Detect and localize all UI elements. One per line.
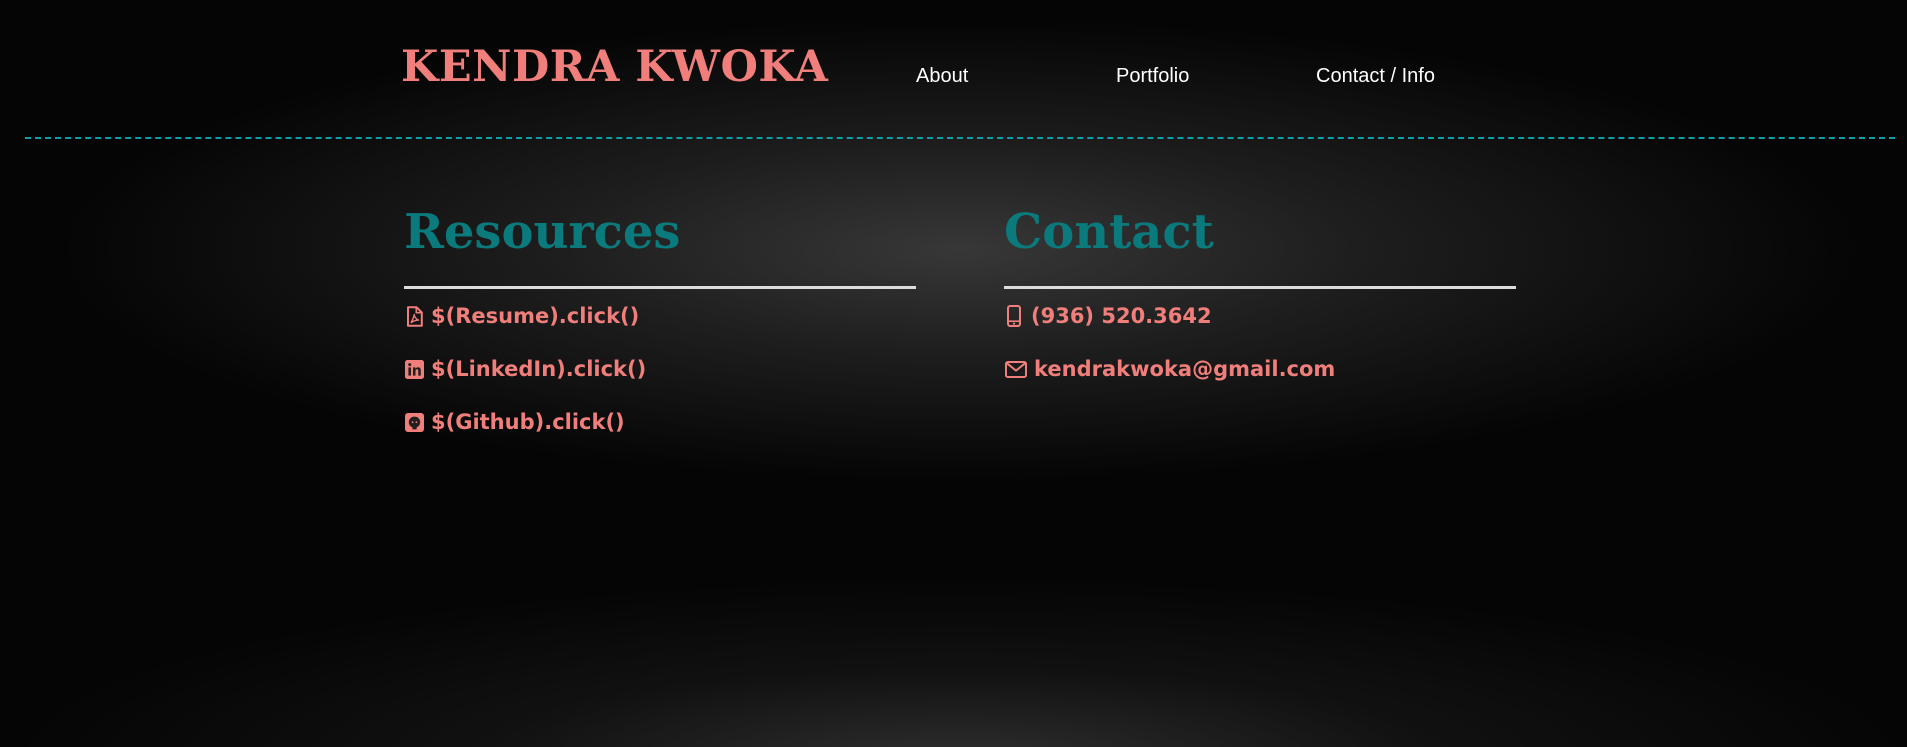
linkedin-link-label: $(LinkedIn).click() xyxy=(431,357,647,381)
file-pdf-icon xyxy=(404,305,424,327)
contact-rule xyxy=(1004,286,1516,289)
linkedin-icon xyxy=(404,358,424,380)
resources-list: $(Resume).click() $(LinkedIn).click() $(… xyxy=(404,303,918,435)
contact-title: Contact xyxy=(1004,204,1214,260)
mobile-phone-icon xyxy=(1004,305,1024,327)
list-item: $(Resume).click() xyxy=(404,303,918,329)
nav-link-about[interactable]: About xyxy=(916,66,968,86)
header-divider xyxy=(25,137,1895,139)
linkedin-link[interactable]: $(LinkedIn).click() xyxy=(404,357,646,381)
resources-section: Resources $(Resume).click() $(LinkedIn).… xyxy=(404,200,918,462)
contact-section: Contact (936) 520.3642 kendrakwoka@gmail… xyxy=(1004,200,1518,409)
contact-list: (936) 520.3642 kendrakwoka@gmail.com xyxy=(1004,303,1518,382)
resources-rule xyxy=(404,286,916,289)
site-header: KENDRA KWOKA About Portfolio Contact / I… xyxy=(0,0,1907,140)
envelope-icon xyxy=(1004,358,1027,380)
github-link-label: $(Github).click() xyxy=(431,410,625,434)
email-address: kendrakwoka@gmail.com xyxy=(1034,357,1336,381)
phone-link[interactable]: (936) 520.3642 xyxy=(1004,304,1212,328)
list-item: kendrakwoka@gmail.com xyxy=(1004,356,1518,382)
nav-link-contact-info[interactable]: Contact / Info xyxy=(1316,66,1435,86)
list-item: $(Github).click() xyxy=(404,409,918,435)
list-item: $(LinkedIn).click() xyxy=(404,356,918,382)
github-icon xyxy=(404,411,424,433)
resume-link[interactable]: $(Resume).click() xyxy=(404,304,639,328)
nav-link-portfolio[interactable]: Portfolio xyxy=(1116,66,1189,86)
site-brand[interactable]: KENDRA KWOKA xyxy=(401,46,828,89)
github-link[interactable]: $(Github).click() xyxy=(404,410,625,434)
resume-link-label: $(Resume).click() xyxy=(431,304,640,328)
phone-number: (936) 520.3642 xyxy=(1031,304,1212,328)
list-item: (936) 520.3642 xyxy=(1004,303,1518,329)
email-link[interactable]: kendrakwoka@gmail.com xyxy=(1004,357,1335,381)
resources-title: Resources xyxy=(404,204,681,260)
